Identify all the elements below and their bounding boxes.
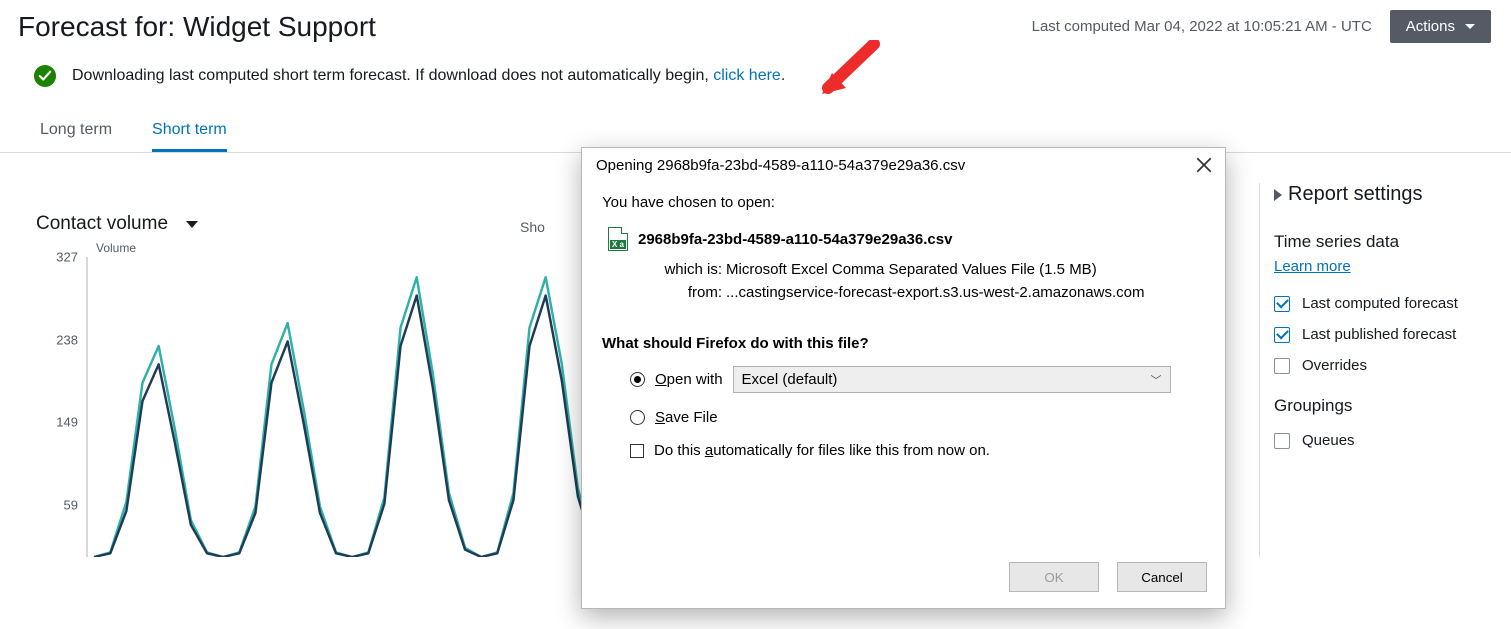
from-label: from: (650, 284, 722, 301)
banner-text-tail: . (781, 67, 785, 84)
close-icon[interactable] (1195, 156, 1213, 174)
chevron-right-icon (1274, 189, 1282, 201)
download-dialog: Opening 2968b9fa-23bd-4589-a110-54a379e2… (581, 147, 1226, 609)
banner-text: Downloading last computed short term for… (72, 67, 713, 84)
checkbox-last-published[interactable]: Last published forecast (1274, 326, 1497, 343)
learn-more-link[interactable]: Learn more (1274, 258, 1351, 275)
excel-file-icon: X a (608, 227, 628, 251)
radio-icon (630, 410, 645, 425)
groupings-heading: Groupings (1274, 396, 1497, 416)
success-banner: Downloading last computed short term for… (0, 43, 1511, 101)
chevron-down-icon[interactable] (186, 221, 198, 228)
auto-label: Do this automatically for files like thi… (654, 442, 990, 459)
y-tick: 149 (38, 415, 78, 430)
last-computed-text: Last computed Mar 04, 2022 at 10:05:21 A… (1032, 18, 1372, 35)
check-circle-icon (34, 65, 56, 87)
ok-button[interactable]: OK (1009, 562, 1099, 592)
page-title: Forecast for: Widget Support (18, 11, 376, 43)
checkbox-last-computed[interactable]: Last computed forecast (1274, 295, 1497, 312)
radio-icon (630, 372, 645, 387)
report-settings-toggle[interactable]: Report settings (1274, 183, 1497, 206)
actions-label: Actions (1406, 18, 1455, 35)
cancel-button[interactable]: Cancel (1117, 562, 1207, 592)
checkbox-queues[interactable]: Queues (1274, 432, 1497, 449)
time-series-heading: Time series data (1274, 232, 1497, 252)
open-with-label: Open with (655, 371, 723, 388)
which-is-value: Microsoft Excel Comma Separated Values F… (726, 261, 1205, 278)
dialog-filename: 2968b9fa-23bd-4589-a110-54a379e29a36.csv (638, 231, 952, 248)
open-with-select[interactable]: Excel (default) ﹀ (733, 366, 1171, 393)
radio-open-with[interactable]: Open with Excel (default) ﹀ (630, 366, 1205, 393)
chevron-down-icon: ﹀ (1151, 372, 1162, 388)
from-value: ...castingservice-forecast-export.s3.us-… (726, 284, 1205, 301)
checkbox-overrides[interactable]: Overrides (1274, 357, 1497, 374)
which-is-label: which is: (650, 261, 722, 278)
checkbox-icon (1274, 433, 1290, 449)
y-tick: 238 (38, 332, 78, 347)
y-tick: 59 (38, 497, 78, 512)
dialog-chosen-text: You have chosen to open: (602, 194, 1205, 211)
tabs: Long term Short term (0, 101, 1511, 153)
legend-fragment: Sho (520, 219, 545, 235)
y-tick: 327 (38, 250, 78, 265)
checkbox-icon (1274, 327, 1290, 343)
download-link[interactable]: click here (713, 67, 781, 84)
dialog-question: What should Firefox do with this file? (602, 335, 1205, 352)
save-file-label: Save File (655, 409, 718, 426)
actions-button[interactable]: Actions (1390, 10, 1491, 43)
tab-short-term[interactable]: Short term (152, 121, 227, 152)
report-settings-panel: Report settings Time series data Learn m… (1259, 183, 1511, 557)
chart-title: Contact volume (36, 213, 168, 235)
checkbox-icon (630, 444, 644, 458)
page-header: Forecast for: Widget Support Last comput… (0, 0, 1511, 43)
dialog-title: Opening 2968b9fa-23bd-4589-a110-54a379e2… (596, 157, 1195, 174)
tab-long-term[interactable]: Long term (40, 121, 112, 152)
checkbox-icon (1274, 296, 1290, 312)
chevron-down-icon (1465, 24, 1475, 29)
checkbox-do-automatically[interactable]: Do this automatically for files like thi… (630, 442, 1205, 459)
checkbox-icon (1274, 358, 1290, 374)
radio-save-file[interactable]: Save File (630, 409, 1205, 426)
